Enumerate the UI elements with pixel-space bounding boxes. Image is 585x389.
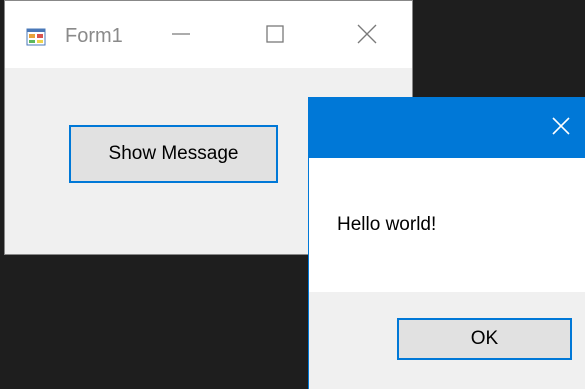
message-text: Hello world! [337, 214, 437, 235]
message-box-close-button[interactable] [541, 111, 581, 145]
maximize-icon [264, 23, 286, 50]
close-button[interactable] [337, 15, 397, 57]
ok-button[interactable]: OK [397, 318, 572, 360]
message-box-footer: OK [309, 292, 585, 389]
form1-titlebar[interactable]: Form1 [5, 1, 412, 68]
minimize-icon [170, 23, 192, 50]
window-title: Form1 [65, 25, 123, 47]
show-message-button[interactable]: Show Message [69, 125, 278, 183]
message-box-titlebar[interactable] [309, 97, 585, 158]
maximize-button[interactable] [245, 15, 305, 57]
close-icon [550, 115, 572, 142]
message-box-dialog: Hello world! OK [308, 97, 585, 389]
close-icon [356, 23, 378, 50]
form-app-icon [26, 27, 46, 47]
minimize-button[interactable] [151, 15, 211, 57]
